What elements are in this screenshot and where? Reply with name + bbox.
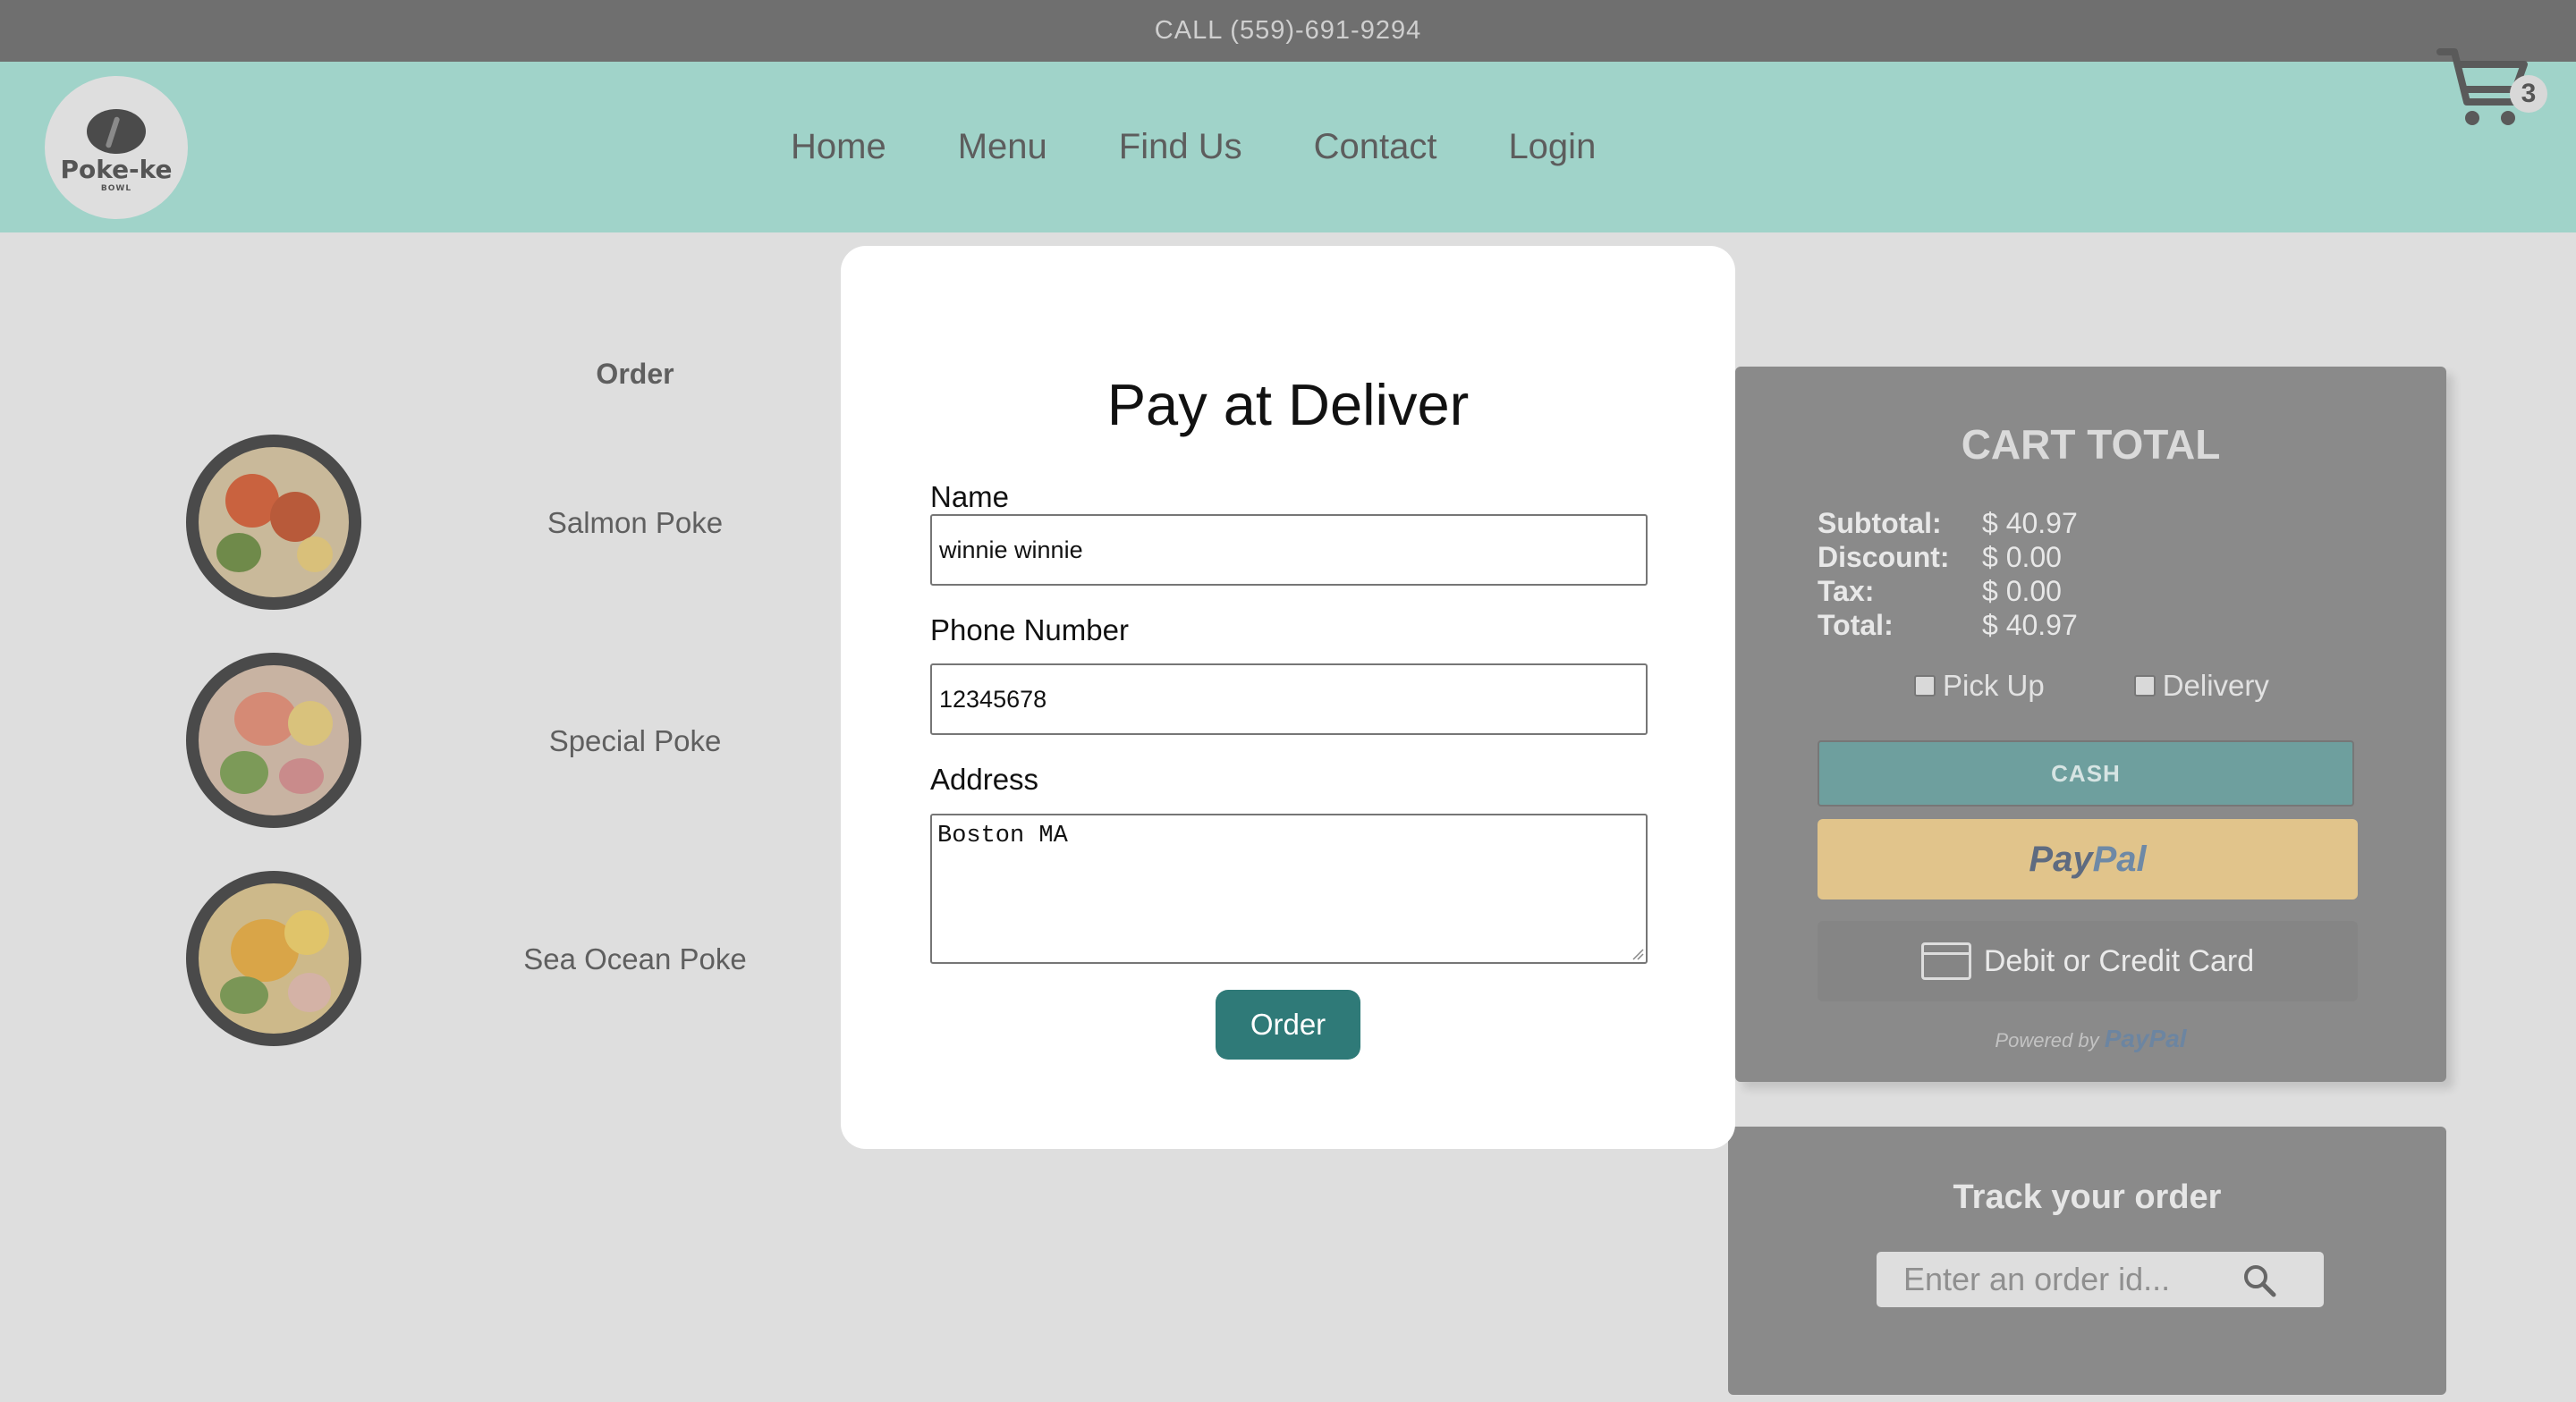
logo-subtext: BOWL: [100, 184, 132, 193]
discount-value: $ 0.00: [1982, 541, 2062, 573]
sea-ocean-poke-image: [186, 871, 361, 1046]
subtotal-value: $ 40.97: [1982, 507, 2078, 539]
order-submit-button[interactable]: Order: [1216, 990, 1360, 1060]
track-order-panel: Track your order Enter an order id...: [1728, 1127, 2446, 1395]
order-item-salmon-poke: Salmon Poke: [0, 435, 859, 613]
paypal-logo-part2: Pal: [2092, 839, 2147, 879]
phone-number-input[interactable]: 12345678: [930, 663, 1648, 735]
modal-title: Pay at Deliver: [1106, 372, 1470, 437]
totals-table: Subtotal: $ 40.97 Discount: $ 0.00 Tax: …: [1818, 506, 2078, 642]
search-icon[interactable]: [2241, 1263, 2277, 1298]
powered-by-text: Powered by: [1995, 1029, 2099, 1052]
address-value: Boston MA: [937, 823, 1068, 849]
cart-total-title: CART TOTAL: [1961, 421, 2221, 468]
credit-card-icon: [1920, 942, 1971, 980]
cart-count-badge: 3: [2510, 75, 2547, 113]
address-textarea[interactable]: Boston MA: [930, 814, 1648, 964]
top-bar: CALL (559)-691-9294: [0, 0, 2576, 62]
pay-at-deliver-modal: Pay at Deliver Name winnie winnie Phone …: [841, 246, 1735, 1149]
order-item-name: Salmon Poke: [547, 506, 724, 539]
paypal-logo-part1: Pay: [2029, 839, 2093, 879]
tax-value: $ 0.00: [1982, 575, 2062, 607]
order-item-name: Sea Ocean Poke: [523, 942, 747, 975]
logo-text: Poke-ke: [60, 155, 173, 184]
order-id-search-input[interactable]: Enter an order id...: [1877, 1252, 2324, 1307]
order-id-placeholder: Enter an order id...: [1903, 1261, 2171, 1297]
name-input[interactable]: winnie winnie: [930, 514, 1648, 586]
order-item-special-poke: Special Poke: [0, 653, 859, 832]
nav-menu[interactable]: Menu: [958, 127, 1047, 167]
pickup-label: Pick Up: [1943, 669, 2045, 702]
nav-find-us[interactable]: Find Us: [1119, 127, 1242, 167]
powered-by-paypal: Powered by PayPal: [1735, 1025, 2446, 1053]
order-item-sea-ocean-poke: Sea Ocean Poke: [0, 871, 859, 1050]
name-label: Name: [930, 480, 1010, 513]
salmon-poke-image: [186, 435, 361, 610]
total-value: $ 40.97: [1982, 609, 2078, 641]
debit-credit-card-button[interactable]: Debit or Credit Card: [1818, 921, 2358, 1001]
phone-call-text[interactable]: CALL (559)-691-9294: [1155, 16, 1421, 46]
site-header: Poke-ke BOWL Home Menu Find Us Contact L…: [0, 62, 2576, 232]
brand-logo[interactable]: Poke-ke BOWL: [45, 76, 188, 219]
delivery-checkbox[interactable]: [2133, 675, 2156, 697]
nav-login[interactable]: Login: [1508, 127, 1596, 167]
delivery-label: Delivery: [2162, 669, 2269, 702]
special-poke-image: [186, 653, 361, 828]
resize-handle-icon[interactable]: [1630, 946, 1644, 960]
fulfillment-options: Pick Up Delivery: [1914, 669, 2269, 703]
tax-label: Tax:: [1818, 575, 1875, 607]
delivery-option[interactable]: Delivery: [2133, 669, 2269, 703]
track-order-title: Track your order: [1953, 1178, 2222, 1216]
total-label: Total:: [1818, 609, 1894, 641]
cart-total-panel: CART TOTAL Subtotal: $ 40.97 Discount: $…: [1735, 367, 2446, 1082]
main-nav: Home Menu Find Us Contact Login: [791, 62, 1596, 232]
subtotal-label: Subtotal:: [1818, 507, 1942, 539]
order-item-name: Special Poke: [548, 724, 722, 757]
phone-number-label: Phone Number: [930, 613, 1129, 646]
nav-home[interactable]: Home: [791, 127, 886, 167]
tax-row: Tax: $ 0.00: [1818, 574, 2078, 608]
pickup-checkbox[interactable]: [1914, 675, 1936, 697]
paypal-brand-text: PayPal: [2104, 1025, 2187, 1052]
subtotal-row: Subtotal: $ 40.97: [1818, 506, 2078, 540]
cash-button[interactable]: CASH: [1818, 740, 2354, 807]
bowl-chopsticks-icon: [87, 109, 146, 154]
order-heading: Order: [596, 358, 674, 390]
total-row: Total: $ 40.97: [1818, 608, 2078, 642]
paypal-button[interactable]: Pay Pal: [1818, 819, 2358, 899]
nav-contact[interactable]: Contact: [1314, 127, 1437, 167]
discount-row: Discount: $ 0.00: [1818, 540, 2078, 574]
card-button-label: Debit or Credit Card: [1983, 943, 2255, 978]
pickup-option[interactable]: Pick Up: [1914, 669, 2045, 703]
discount-label: Discount:: [1818, 541, 1950, 573]
address-label: Address: [930, 763, 1039, 796]
